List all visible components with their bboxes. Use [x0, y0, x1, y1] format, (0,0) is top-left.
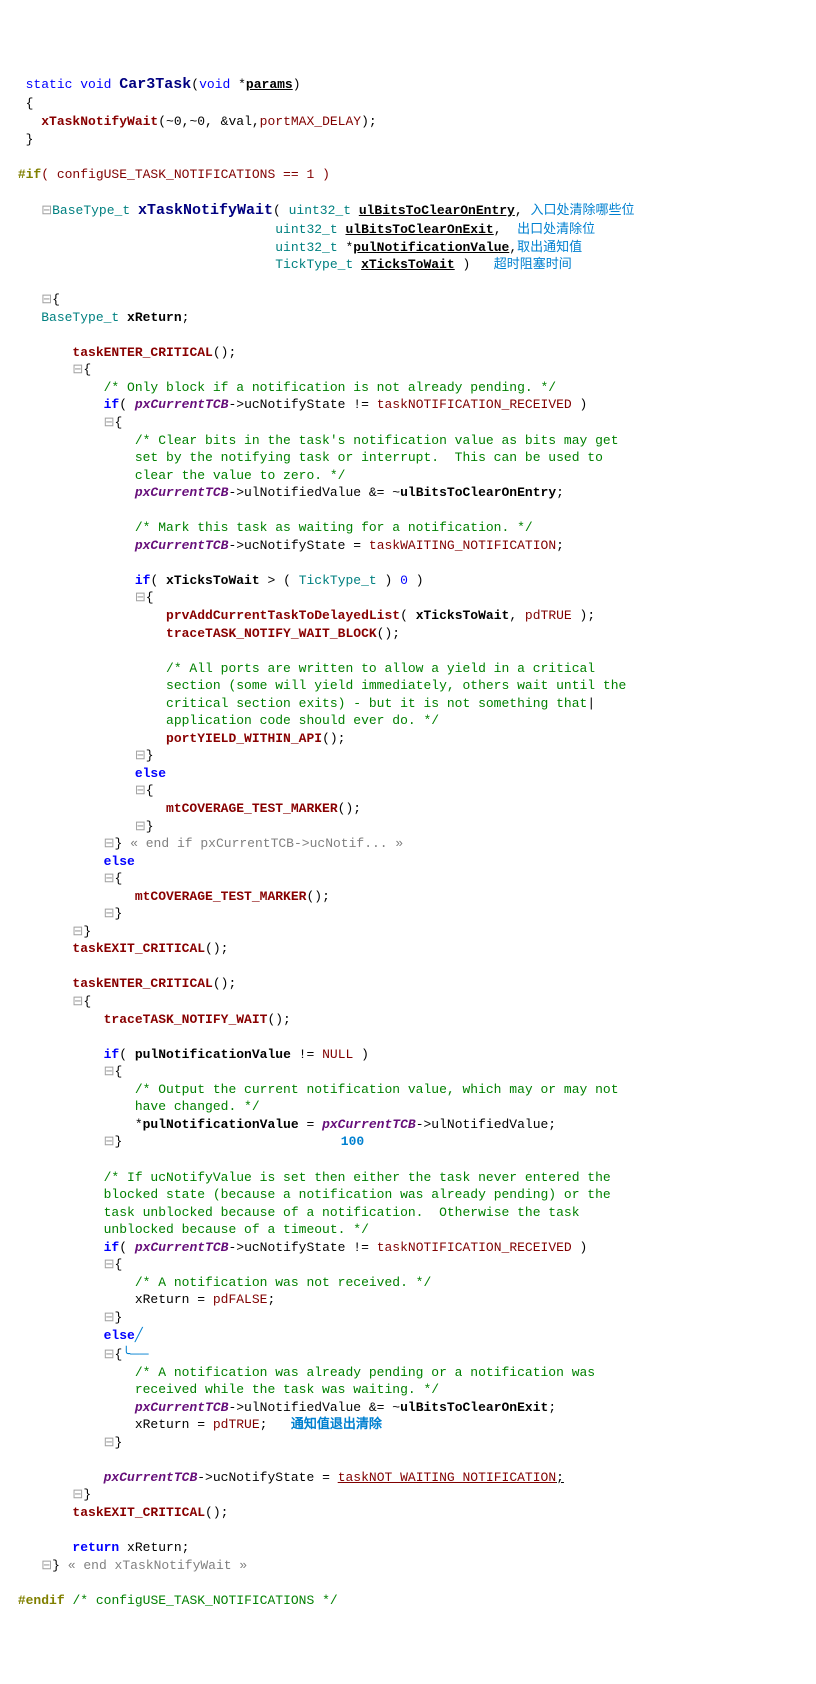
code-line: BaseType_t xReturn;	[10, 310, 189, 325]
code-line: ⊟{	[10, 994, 91, 1009]
code-line: uint32_t *pulNotificationValue,取出通知值	[10, 240, 582, 255]
code-line: else	[10, 854, 135, 869]
code-line: pxCurrentTCB->ucNotifyState = taskWAITIN…	[10, 538, 564, 553]
code-line: ⊟{	[10, 871, 122, 886]
code-line: ⊟}	[10, 748, 154, 763]
code-line: ⊟}	[10, 1310, 122, 1325]
code-line: ⊟{	[10, 1257, 122, 1272]
code-line: /* Clear bits in the task's notification…	[10, 433, 619, 448]
code-line: ⊟{╰──	[10, 1347, 149, 1362]
code-line: else╱	[10, 1328, 143, 1343]
code-line: ⊟}	[10, 1435, 122, 1450]
code-line: taskENTER_CRITICAL();	[10, 976, 236, 991]
code-line: set by the notifying task or interrupt. …	[10, 450, 603, 465]
code-line: blocked state (because a notification wa…	[10, 1187, 611, 1202]
code-line: ⊟{	[10, 590, 154, 605]
code-line: ⊟{	[10, 1064, 122, 1079]
code-line: uint32_t ulBitsToClearOnExit, 出口处清除位	[10, 222, 595, 237]
code-line: ⊟BaseType_t xTaskNotifyWait( uint32_t ul…	[10, 203, 634, 218]
code-line: taskEXIT_CRITICAL();	[10, 941, 228, 956]
code-line: ⊟}	[10, 906, 122, 921]
code-line: ⊟}	[10, 1487, 91, 1502]
code-line: *pulNotificationValue = pxCurrentTCB->ul…	[10, 1117, 556, 1132]
code-line: ⊟}	[10, 924, 91, 939]
code-line: taskENTER_CRITICAL();	[10, 345, 236, 360]
code-line: /* If ucNotifyValue is set then either t…	[10, 1170, 611, 1185]
code-line: if( pulNotificationValue != NULL )	[10, 1047, 369, 1062]
code-line: /* Only block if a notification is not a…	[10, 380, 556, 395]
code-line: xReturn = pdTRUE; 通知值退出清除	[10, 1417, 382, 1432]
code-line: }	[10, 132, 33, 147]
code-line: /* Mark this task as waiting for a notif…	[10, 520, 533, 535]
code-line: received while the task was waiting. */	[10, 1382, 439, 1397]
code-line: TickType_t xTicksToWait ) 超时阻塞时间	[10, 257, 572, 272]
code-line: pxCurrentTCB->ulNotifiedValue &= ~ulBits…	[10, 1400, 556, 1415]
code-line: section (some will yield immediately, ot…	[10, 678, 626, 693]
code-line: xTaskNotifyWait(~0,~0, &val,portMAX_DELA…	[10, 114, 377, 129]
code-line: ⊟} 100	[10, 1134, 364, 1149]
code-line: clear the value to zero. */	[10, 468, 345, 483]
code-line: /* All ports are written to allow a yiel…	[10, 661, 595, 676]
code-line: /* Output the current notification value…	[10, 1082, 619, 1097]
code-block: static void Car3Task(void *params) { xTa…	[10, 58, 806, 1610]
code-line: ⊟} « end if pxCurrentTCB->ucNotif... »	[10, 836, 403, 851]
code-line: if( xTicksToWait > ( TickType_t ) 0 )	[10, 573, 424, 588]
code-line: else	[10, 766, 166, 781]
code-line: unblocked because of a timeout. */	[10, 1222, 369, 1237]
code-line: have changed. */	[10, 1099, 260, 1114]
code-line: xReturn = pdFALSE;	[10, 1292, 275, 1307]
code-line: pxCurrentTCB->ulNotifiedValue &= ~ulBits…	[10, 485, 564, 500]
code-line: ⊟{	[10, 362, 91, 377]
code-line: ⊟{	[10, 292, 60, 307]
code-line: #endif /* configUSE_TASK_NOTIFICATIONS *…	[10, 1593, 338, 1608]
code-line: {	[10, 96, 33, 111]
code-line: /* A notification was already pending or…	[10, 1365, 595, 1380]
code-line: mtCOVERAGE_TEST_MARKER();	[10, 889, 330, 904]
code-line: if( pxCurrentTCB->ucNotifyState != taskN…	[10, 1240, 587, 1255]
code-line: prvAddCurrentTaskToDelayedList( xTicksTo…	[10, 608, 595, 623]
code-line: application code should ever do. */	[10, 713, 439, 728]
code-line: ⊟}	[10, 819, 154, 834]
code-line: pxCurrentTCB->ucNotifyState = taskNOT_WA…	[10, 1470, 564, 1485]
code-line: ⊟{	[10, 783, 154, 798]
code-line: if( pxCurrentTCB->ucNotifyState != taskN…	[10, 397, 587, 412]
code-line: ⊟} « end xTaskNotifyWait »	[10, 1558, 247, 1573]
code-line: traceTASK_NOTIFY_WAIT_BLOCK();	[10, 626, 400, 641]
code-line: /* A notification was not received. */	[10, 1275, 431, 1290]
code-line: portYIELD_WITHIN_API();	[10, 731, 345, 746]
code-line: traceTASK_NOTIFY_WAIT();	[10, 1012, 291, 1027]
code-line: task unblocked because of a notification…	[10, 1205, 580, 1220]
code-line: return xReturn;	[10, 1540, 189, 1555]
code-line: static void Car3Task(void *params)	[10, 77, 301, 92]
code-line: taskEXIT_CRITICAL();	[10, 1505, 228, 1520]
code-line: mtCOVERAGE_TEST_MARKER();	[10, 801, 361, 816]
code-line: #if( configUSE_TASK_NOTIFICATIONS == 1 )	[10, 167, 330, 182]
code-line: critical section exits) - but it is not …	[10, 696, 595, 711]
code-line: ⊟{	[10, 415, 122, 430]
